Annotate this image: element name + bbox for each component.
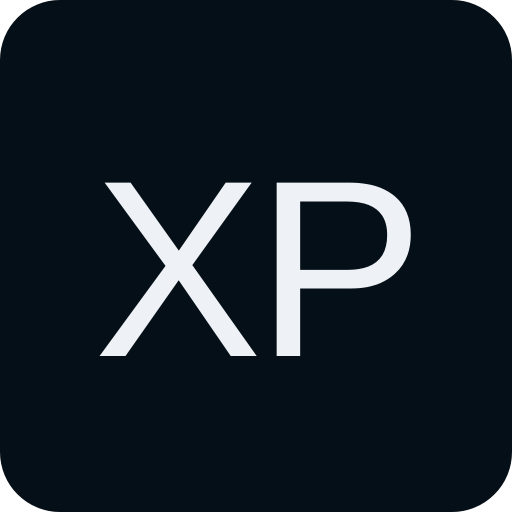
app-icon-label: XP — [93, 129, 424, 410]
app-icon-tile: XP — [0, 0, 512, 512]
